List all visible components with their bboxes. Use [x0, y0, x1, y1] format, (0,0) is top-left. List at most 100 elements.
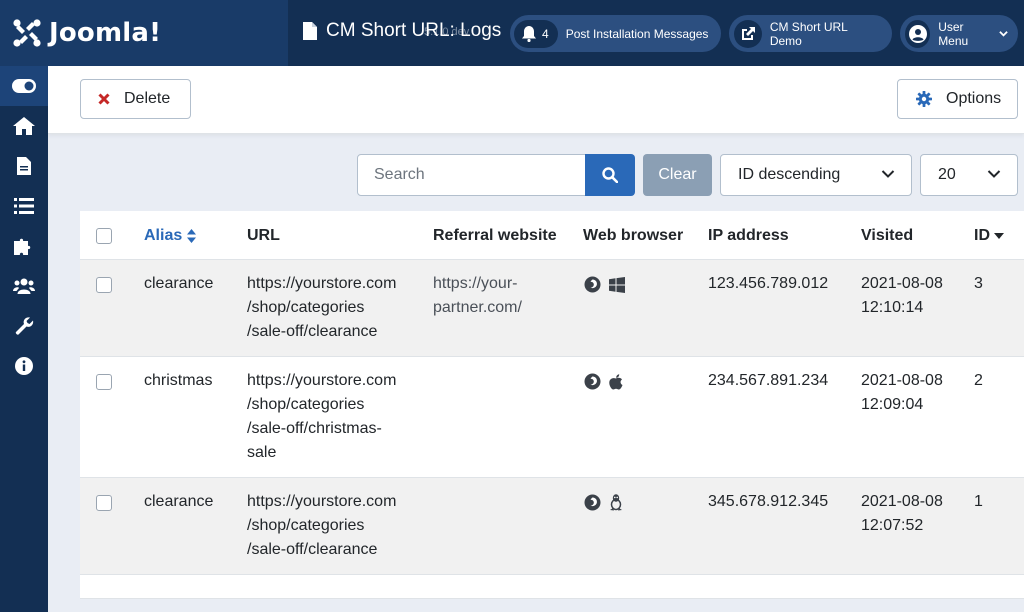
- chevron-down-icon: [999, 30, 1008, 37]
- post-installation-messages-button[interactable]: 4 Post Installation Messages: [510, 15, 721, 52]
- row-checkbox[interactable]: [96, 277, 112, 293]
- firefox-icon: [584, 276, 601, 293]
- users-icon: [13, 278, 35, 294]
- url-line: /shop/categories: [247, 517, 365, 534]
- chevron-down-icon: [987, 170, 1001, 178]
- row-url[interactable]: https://yourstore.com /shop/categories /…: [247, 272, 396, 344]
- table-row: christmas https://yourstore.com /shop/ca…: [80, 357, 1024, 478]
- column-alias-sort[interactable]: Alias: [144, 227, 197, 245]
- visited-date: 2021-08-08: [861, 275, 943, 292]
- bell-icon: [522, 25, 536, 42]
- site-link-button[interactable]: CM Short URL Demo: [729, 15, 892, 52]
- row-alias: clearance: [144, 493, 214, 510]
- visited-time: 12:09:04: [861, 396, 924, 413]
- column-url: URL: [247, 227, 280, 244]
- row-url[interactable]: https://yourstore.com /shop/categories /…: [247, 490, 396, 562]
- visited-time: 12:07:52: [861, 517, 924, 534]
- row-ip: 234.567.891.234: [708, 372, 829, 389]
- joomla-logo[interactable]: Joomla!: [0, 0, 288, 66]
- user-circle-icon: [905, 19, 931, 48]
- notifications-counter: 4: [514, 19, 558, 48]
- row-id: 1: [974, 493, 983, 510]
- row-visited: 2021-08-08 12:09:04: [861, 369, 943, 417]
- column-alias: Alias: [144, 227, 183, 244]
- sidebar-item-menus[interactable]: [0, 186, 48, 226]
- user-menu-label: User Menu: [938, 19, 969, 48]
- row-checkbox[interactable]: [96, 374, 112, 390]
- referral-line: https://your-: [433, 275, 518, 292]
- close-icon: [98, 93, 110, 105]
- user-menu-button[interactable]: User Menu: [900, 15, 1018, 52]
- clear-label: Clear: [658, 166, 697, 183]
- linux-icon: [610, 494, 622, 511]
- apple-icon: [609, 373, 623, 390]
- sidebar-toggle[interactable]: [0, 66, 48, 106]
- notifications-count: 4: [542, 26, 549, 41]
- search-button[interactable]: [585, 154, 635, 196]
- joomla-logo-icon: [13, 19, 41, 47]
- windows-icon: [609, 276, 625, 293]
- page-title: CM Short URL: Logs: [326, 20, 502, 41]
- sidebar-item-users[interactable]: [0, 266, 48, 306]
- options-button[interactable]: Options: [897, 79, 1018, 119]
- sidebar-item-help[interactable]: [0, 346, 48, 386]
- url-line: sale: [247, 444, 277, 461]
- chevron-down-icon: [881, 170, 895, 178]
- sidebar-item-components[interactable]: [0, 226, 48, 266]
- row-alias: clearance: [144, 275, 214, 292]
- sidebar-item-content[interactable]: [0, 146, 48, 186]
- row-checkbox[interactable]: [96, 495, 112, 511]
- row-visited: 2021-08-08 12:07:52: [861, 490, 943, 538]
- column-id: ID: [974, 227, 990, 244]
- sidebar-item-home[interactable]: [0, 106, 48, 146]
- table-row: clearance https://yourstore.com /shop/ca…: [80, 478, 1024, 575]
- wrench-icon: [15, 317, 34, 335]
- version-label: 5.1.0 dev: [424, 26, 470, 38]
- url-line: /sale-off/christmas-: [247, 420, 382, 437]
- url-line: /sale-off/clearance: [247, 323, 378, 340]
- column-browser: Web browser: [583, 227, 684, 244]
- row-browser: [584, 276, 625, 293]
- row-id: 2: [974, 372, 983, 389]
- row-visited: 2021-08-08 12:10:14: [861, 272, 943, 320]
- row-browser: [584, 373, 623, 390]
- row-url[interactable]: https://yourstore.com /shop/categories /…: [247, 369, 396, 465]
- puzzle-icon: [14, 238, 31, 255]
- table-header: Alias URL Referral website Web browser I…: [80, 211, 1024, 260]
- url-line: https://yourstore.com: [247, 275, 397, 292]
- home-icon: [13, 117, 35, 135]
- sidebar-item-system[interactable]: [0, 306, 48, 346]
- logs-table: Alias URL Referral website Web browser I…: [80, 211, 1024, 599]
- info-icon: [15, 357, 33, 375]
- list-limit-select[interactable]: 20: [920, 154, 1018, 196]
- row-ip: 345.678.912.345: [708, 493, 829, 510]
- row-alias: christmas: [144, 372, 213, 389]
- brand-name: Joomla!: [49, 18, 162, 48]
- caret-down-icon: [994, 233, 1004, 239]
- list-icon: [14, 198, 34, 214]
- delete-button[interactable]: Delete: [80, 79, 191, 119]
- search-icon: [602, 167, 618, 183]
- url-line: https://yourstore.com: [247, 493, 397, 510]
- referral-line: partner.com/: [433, 299, 522, 316]
- clear-button[interactable]: Clear: [643, 154, 712, 196]
- column-id-sort[interactable]: ID: [974, 227, 1004, 245]
- ordering-select[interactable]: ID descending: [720, 154, 912, 196]
- site-link-label: CM Short URL Demo: [769, 19, 848, 48]
- toolbar: Delete Options: [48, 66, 1024, 134]
- file-icon: [17, 157, 31, 175]
- options-label: Options: [946, 90, 1002, 107]
- toggle-menu-icon: [12, 79, 36, 93]
- app-header: Joomla! CM Short URL: Logs 5.1.0 dev 4 P…: [0, 0, 1024, 66]
- row-ip: 123.456.789.012: [708, 275, 829, 292]
- delete-label: Delete: [124, 90, 171, 107]
- url-line: /sale-off/clearance: [247, 541, 378, 558]
- row-browser: [584, 494, 623, 511]
- column-ip: IP address: [708, 227, 789, 244]
- visited-date: 2021-08-08: [861, 493, 943, 510]
- search-input[interactable]: Search: [357, 154, 586, 196]
- post-installation-label: Post Installation Messages: [565, 26, 709, 41]
- ordering-value: ID descending: [738, 166, 841, 183]
- sidebar: [0, 66, 48, 612]
- select-all-checkbox[interactable]: [96, 228, 112, 244]
